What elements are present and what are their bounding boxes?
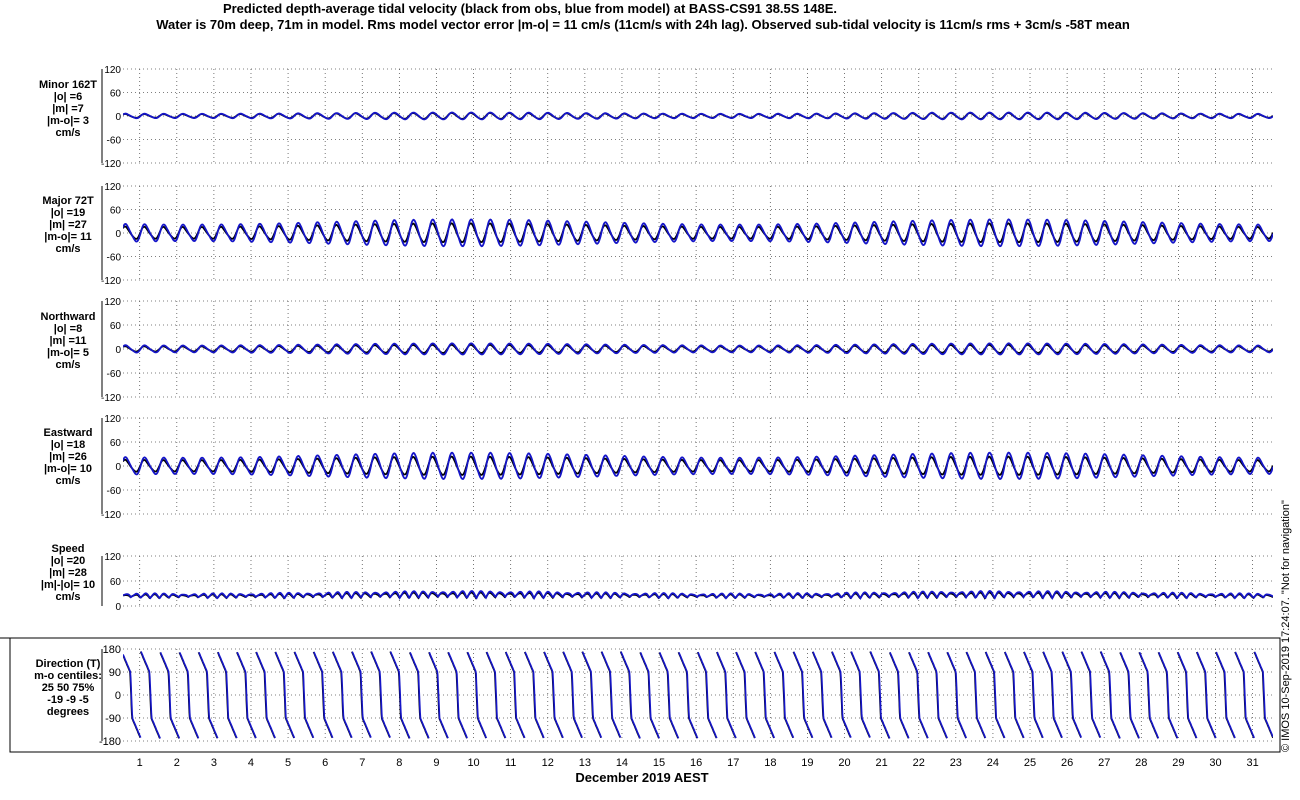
ytick-label-minor: -60: [107, 136, 122, 147]
xtick-label: 13: [579, 757, 591, 769]
ytick-label-major: 120: [104, 182, 121, 193]
xtick-label: 5: [285, 757, 291, 769]
xtick-label: 30: [1209, 757, 1221, 769]
xtick-label: 11: [505, 757, 516, 769]
xtick-label: 26: [1061, 757, 1073, 769]
x-axis-label: December 2019 AEST: [575, 770, 708, 785]
chart-title-line2: Water is 70m deep, 71m in model. Rms mod…: [156, 17, 1130, 32]
panel-label-major: |m-o|= 11: [44, 231, 91, 243]
xtick-label: 21: [876, 757, 888, 769]
panel-label-minor: |m| =7: [52, 103, 84, 115]
panel-label-speed: |m| =28: [49, 567, 87, 579]
xtick-label: 28: [1135, 757, 1147, 769]
xtick-label: 27: [1098, 757, 1110, 769]
ytick-label-eastward: 120: [104, 414, 121, 425]
ytick-label-eastward: 60: [110, 438, 122, 449]
panel-label-direction: 25 50 75%: [42, 682, 95, 694]
ytick-label-minor: 120: [104, 65, 121, 76]
panel-label-northward: cm/s: [55, 359, 80, 371]
ytick-label-direction: 180: [103, 644, 121, 656]
xtick-label: 15: [653, 757, 665, 769]
panel-label-direction: Direction (T): [36, 658, 101, 670]
xtick-label: 22: [913, 757, 925, 769]
panel-label-major: |o| =19: [51, 207, 86, 219]
xtick-label: 7: [359, 757, 365, 769]
ytick-label-minor: 0: [115, 112, 121, 123]
ytick-label-major: -60: [107, 253, 122, 264]
xtick-label: 23: [950, 757, 962, 769]
xtick-label: 10: [467, 757, 479, 769]
ytick-label-major: -120: [101, 276, 121, 287]
panel-label-major: |m| =27: [49, 219, 87, 231]
xtick-label: 19: [801, 757, 813, 769]
tidal-velocity-figure: Predicted depth-average tidal velocity (…: [0, 0, 1300, 800]
xtick-label: 2: [174, 757, 180, 769]
xtick-label: 20: [838, 757, 850, 769]
ytick-label-eastward: -120: [101, 510, 121, 521]
panel-label-speed: |o| =20: [51, 555, 86, 567]
ytick-label-direction: -90: [105, 713, 121, 725]
chart-title-line1: Predicted depth-average tidal velocity (…: [223, 1, 837, 16]
ytick-label-major: 0: [115, 229, 121, 240]
xtick-label: 31: [1246, 757, 1258, 769]
ytick-label-speed: 0: [115, 602, 121, 613]
ytick-label-speed: 120: [104, 552, 121, 563]
ytick-label-direction: 90: [109, 667, 121, 679]
panel-label-northward: Northward: [41, 311, 96, 323]
ytick-label-northward: -120: [101, 393, 121, 404]
xtick-label: 3: [211, 757, 217, 769]
xtick-label: 6: [322, 757, 328, 769]
xtick-label: 16: [690, 757, 702, 769]
ytick-label-direction: 0: [115, 690, 121, 702]
xtick-label: 8: [396, 757, 402, 769]
xtick-label: 1: [137, 757, 143, 769]
xtick-label: 4: [248, 757, 254, 769]
xtick-label: 14: [616, 757, 628, 769]
xtick-label: 25: [1024, 757, 1036, 769]
panel-label-eastward: cm/s: [55, 475, 80, 487]
panel-label-minor: Minor 162T: [39, 79, 97, 91]
credit-text: © IMOS 10-Sep-2019 17:24:07. "Not for na…: [1280, 500, 1292, 752]
panel-label-speed: cm/s: [55, 591, 80, 603]
ytick-label-minor: -120: [101, 159, 121, 170]
ytick-label-major: 60: [110, 206, 122, 217]
ytick-label-direction: -180: [99, 736, 121, 748]
panel-label-northward: |m| =11: [49, 335, 86, 347]
panel-label-minor: |m-o|= 3: [47, 115, 89, 127]
panel-label-major: cm/s: [55, 243, 80, 255]
panel-label-direction: -19 -9 -5: [47, 694, 89, 706]
panel-label-minor: |o| =6: [54, 91, 82, 103]
ytick-label-speed: 60: [110, 577, 122, 588]
panel-label-speed: |m|-|o|= 10: [41, 579, 95, 591]
panel-label-direction: m-o centiles:: [34, 670, 102, 682]
ytick-label-eastward: 0: [115, 462, 121, 473]
ytick-label-northward: 120: [104, 297, 121, 308]
ytick-label-minor: 60: [110, 89, 122, 100]
xtick-label: 29: [1172, 757, 1184, 769]
panel-label-eastward: |m| =26: [49, 451, 87, 463]
panel-label-minor: cm/s: [55, 127, 80, 139]
xtick-label: 12: [542, 757, 554, 769]
panel-label-eastward: |o| =18: [51, 439, 86, 451]
ytick-label-northward: 60: [110, 321, 122, 332]
panel-label-northward: |o| =8: [54, 323, 82, 335]
xtick-label: 9: [433, 757, 439, 769]
panel-label-direction: degrees: [47, 706, 89, 718]
ytick-label-northward: 0: [115, 345, 121, 356]
panel-label-speed: Speed: [51, 543, 84, 555]
panel-label-major: Major 72T: [42, 195, 94, 207]
panel-label-eastward: |m-o|= 10: [44, 463, 92, 475]
ytick-label-eastward: -60: [107, 486, 122, 497]
ytick-label-northward: -60: [107, 369, 122, 380]
xtick-label: 17: [727, 757, 739, 769]
xtick-label: 24: [987, 757, 999, 769]
panel-label-eastward: Eastward: [44, 427, 93, 439]
xtick-label: 18: [764, 757, 776, 769]
panel-label-northward: |m-o|= 5: [47, 347, 89, 359]
